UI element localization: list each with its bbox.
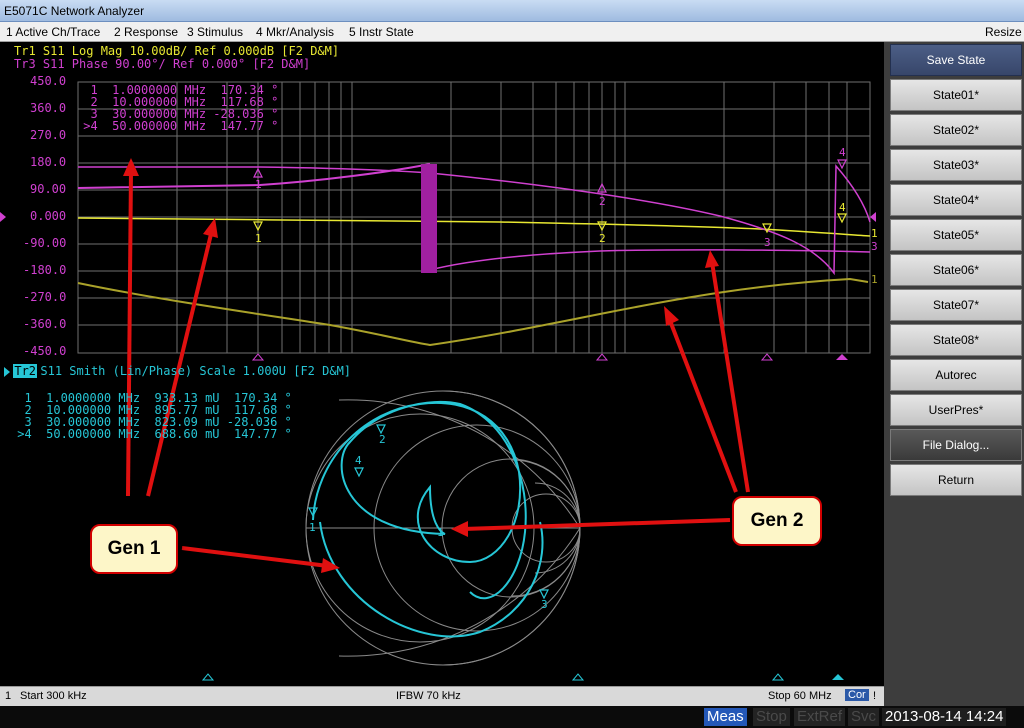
softkey-state01[interactable]: State01*: [890, 79, 1022, 111]
callout-gen1: Gen 1: [90, 524, 178, 574]
meas-indicator: Meas: [704, 708, 747, 726]
status-bar: 1 Start 300 kHz IFBW 70 kHz Stop 60 MHz …: [0, 686, 884, 706]
softkey-userpres[interactable]: UserPres*: [890, 394, 1022, 426]
measurement-display[interactable]: Tr1 S11 Log Mag 10.00dB/ Ref 0.000dB [F2…: [0, 42, 884, 686]
softkey-state02[interactable]: State02*: [890, 114, 1022, 146]
status-warning: !: [873, 690, 877, 702]
ref-pointer-left: [0, 212, 6, 222]
softkey-state05[interactable]: State05*: [890, 219, 1022, 251]
lower-bottom-markers: [201, 673, 785, 681]
lower-marker-table: 1 1.0000000 MHz 933.13 mU 170.34 ° 2 10.…: [10, 392, 292, 440]
softkey-file-dialog[interactable]: File Dialog...: [890, 429, 1022, 461]
softkey-autorec[interactable]: Autorec: [890, 359, 1022, 391]
active-trace-icon: [4, 366, 10, 377]
svg-text:1: 1: [437, 526, 444, 539]
smith-trace: [312, 400, 527, 600]
menu-response[interactable]: 2 Response: [114, 25, 178, 39]
instrument-status-bar: Meas Stop ExtRef Svc 2013-08-14 14:24: [0, 706, 1024, 728]
svg-text:4: 4: [839, 146, 846, 159]
tr2-header-row: Tr2 S11 Smith (Lin/Phase) Scale 1.000U […: [4, 364, 351, 378]
softkey-state03[interactable]: State03*: [890, 149, 1022, 181]
trace-mag: [77, 217, 871, 237]
softkey-state06[interactable]: State06*: [890, 254, 1022, 286]
status-channel: 1: [5, 690, 12, 702]
svg-text:1: 1: [309, 521, 316, 534]
tr2-header: S11 Smith (Lin/Phase) Scale 1.000U [F2 D…: [40, 364, 352, 378]
stop-indicator: Stop: [753, 708, 790, 726]
svg-text:1: 1: [255, 178, 262, 191]
softkey-panel: Save State State01* State02* State03* St…: [884, 42, 1024, 706]
window-title: E5071C Network Analyzer: [4, 4, 145, 18]
lower-marker-row: >4 50.000000 MHz 688.60 mU 147.77 °: [10, 427, 292, 441]
status-start[interactable]: Start 300 kHz: [20, 690, 87, 702]
svg-text:4: 4: [355, 454, 362, 467]
svg-text:3: 3: [541, 598, 548, 611]
lower-active-pointer: [832, 674, 844, 680]
menu-instr-state[interactable]: 5 Instr State: [349, 25, 414, 39]
svg-text:4: 4: [839, 201, 846, 214]
status-stop[interactable]: Stop 60 MHz: [768, 690, 832, 702]
ref-pointer-right: [870, 212, 876, 222]
svg-text:2: 2: [379, 433, 386, 446]
menu-active-ch-trace[interactable]: 1 Active Ch/Trace: [6, 25, 100, 39]
tr2-tag[interactable]: Tr2: [13, 364, 38, 378]
svg-text:2: 2: [599, 195, 606, 208]
upper-marker-table: 1 1.0000000 MHz 170.34 ° 2 10.000000 MHz…: [76, 84, 278, 132]
menu-stimulus[interactable]: 3 Stimulus: [187, 25, 243, 39]
upper-bottom-markers: [251, 353, 774, 361]
active-marker-pointer: [836, 354, 848, 360]
svg-text:3: 3: [764, 236, 771, 249]
callout-gen2: Gen 2: [732, 496, 822, 546]
softkey-header-save-state: Save State: [890, 44, 1022, 76]
svg-text:1: 1: [871, 273, 878, 286]
softkey-state08[interactable]: State08*: [890, 324, 1022, 356]
status-cor-badge: Cor: [845, 689, 869, 701]
datetime-display: 2013-08-14 14:24: [882, 708, 1007, 726]
extref-indicator: ExtRef: [794, 708, 846, 726]
softkey-return[interactable]: Return: [890, 464, 1022, 496]
trace-phase-lower: [429, 249, 871, 271]
svg-text:3: 3: [871, 240, 878, 253]
status-ifbw[interactable]: IFBW 70 kHz: [396, 690, 461, 702]
svg-text:2: 2: [599, 232, 606, 245]
svg-text:1: 1: [255, 232, 262, 245]
menu-bar: 1 Active Ch/Trace 2 Response 3 Stimulus …: [0, 22, 1024, 42]
menu-mkr-analysis[interactable]: 4 Mkr/Analysis: [256, 25, 334, 39]
softkey-state04[interactable]: State04*: [890, 184, 1022, 216]
svg-text:1: 1: [871, 227, 878, 240]
phase-wrap-band: [421, 164, 437, 273]
menu-resize[interactable]: Resize: [985, 25, 1022, 39]
upper-marker-row: >4 50.000000 MHz 147.77 °: [76, 119, 279, 133]
marker-numbers: 12 34 12 4 13 1: [255, 146, 878, 286]
softkey-state07[interactable]: State07*: [890, 289, 1022, 321]
svc-indicator: Svc: [848, 708, 880, 726]
title-bar: E5071C Network Analyzer: [0, 0, 1024, 22]
